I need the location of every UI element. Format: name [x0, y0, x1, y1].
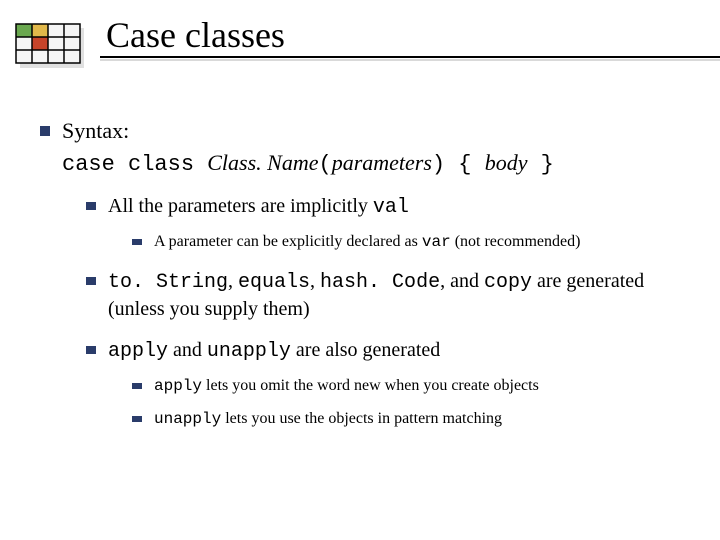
syntax-brace-open: {	[445, 152, 485, 177]
bullet-icon	[86, 202, 96, 210]
bullet-text: A parameter can be explicitly declared a…	[154, 231, 580, 254]
bullet-generated-methods: to. String, equals, hash. Code, and copy…	[86, 268, 696, 323]
code-equals: equals	[238, 271, 310, 294]
text: All the parameters are implicitly	[108, 195, 373, 217]
syntax-body: body	[485, 150, 528, 175]
syntax-paren-open: (	[318, 152, 331, 177]
slide-title: Case classes	[100, 8, 285, 56]
syntax-label: Syntax:	[62, 118, 129, 143]
code-var: var	[422, 233, 451, 251]
text: , and	[440, 270, 484, 292]
code-val: val	[373, 196, 409, 219]
bullet-apply-desc: apply lets you omit the word new when yo…	[132, 375, 696, 398]
syntax-parameters: parameters	[332, 150, 432, 175]
syntax-line: case class Class. Name(parameters) { bod…	[62, 148, 554, 180]
text: and	[168, 339, 207, 361]
code-copy: copy	[484, 271, 532, 294]
bullet-text: apply lets you omit the word new when yo…	[154, 375, 539, 398]
text: A parameter can be explicitly declared a…	[154, 233, 422, 250]
text: ,	[310, 270, 320, 292]
bullet-icon	[86, 346, 96, 354]
syntax-keyword: case class	[62, 152, 207, 177]
bullet-icon	[132, 239, 142, 245]
code-hashcode: hash. Code	[320, 271, 440, 294]
title-underline	[100, 56, 720, 58]
text: lets you use the objects in pattern matc…	[221, 410, 502, 427]
text: (not recommended)	[451, 233, 581, 250]
code-apply: apply	[108, 340, 168, 363]
bullet-text: Syntax: case class Class. Name(parameter…	[62, 116, 554, 179]
bullet-unapply-desc: unapply lets you use the objects in patt…	[132, 408, 696, 431]
bullet-var: A parameter can be explicitly declared a…	[132, 231, 696, 254]
title-row: Case classes	[0, 0, 720, 88]
grid-logo-icon	[0, 8, 100, 88]
code-unapply: unapply	[154, 410, 221, 428]
slide: Case classes Syntax: case class Class. N…	[0, 0, 720, 540]
slide-body: Syntax: case class Class. Name(parameter…	[0, 88, 720, 430]
text: lets you omit the word new when you crea…	[202, 377, 539, 394]
bullet-text: All the parameters are implicitly val	[108, 193, 409, 221]
bullet-icon	[132, 416, 142, 422]
bullet-text: apply and unapply are also generated	[108, 337, 440, 365]
code-apply: apply	[154, 377, 202, 395]
code-unapply: unapply	[207, 340, 291, 363]
bullet-apply-unapply: apply and unapply are also generated	[86, 337, 696, 365]
text: are also generated	[291, 339, 440, 361]
bullet-icon	[132, 383, 142, 389]
syntax-brace-close: }	[527, 152, 553, 177]
bullet-icon	[40, 126, 50, 136]
title-underline-shadow	[100, 59, 720, 61]
bullet-syntax: Syntax: case class Class. Name(parameter…	[40, 116, 696, 179]
bullet-icon	[86, 277, 96, 285]
bullet-text: unapply lets you use the objects in patt…	[154, 408, 502, 431]
code-tostring: to. String	[108, 271, 228, 294]
bullet-val: All the parameters are implicitly val	[86, 193, 696, 221]
slide-logo	[0, 8, 100, 88]
syntax-classname: Class. Name	[207, 150, 318, 175]
text: ,	[228, 270, 238, 292]
bullet-text: to. String, equals, hash. Code, and copy…	[108, 268, 696, 323]
syntax-paren-close: )	[432, 152, 445, 177]
